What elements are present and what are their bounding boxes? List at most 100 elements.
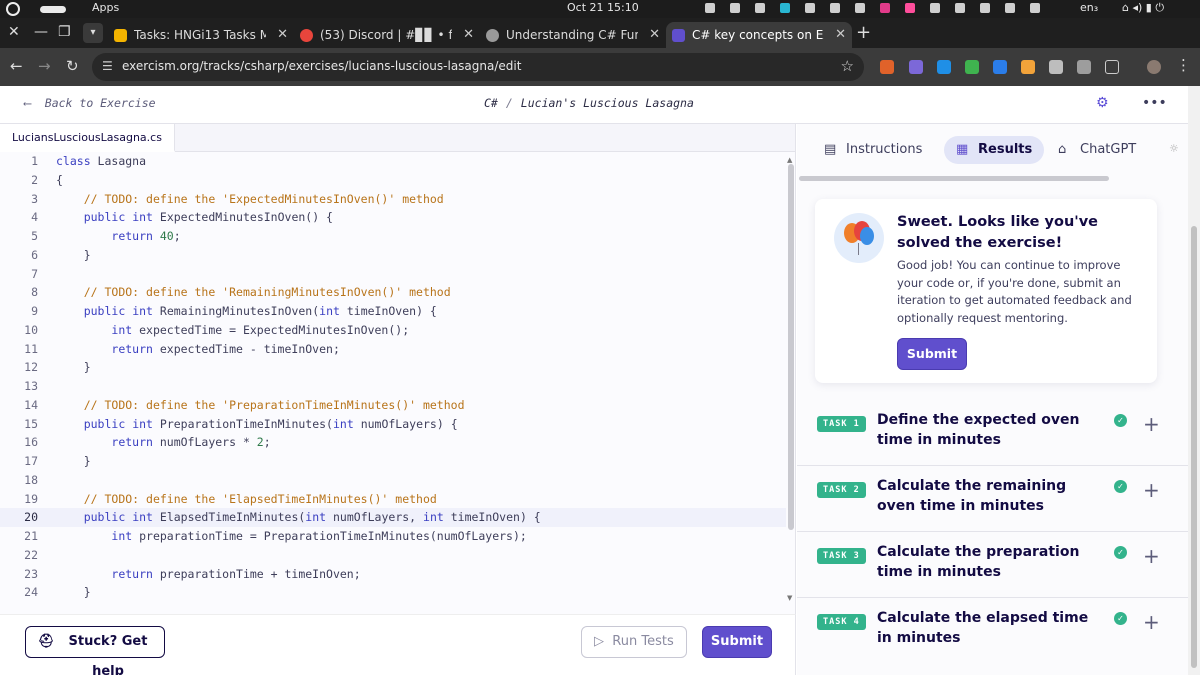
tray-icon[interactable] (730, 3, 740, 13)
tab-chatgpt[interactable]: ⌂ ChatGPT (1046, 136, 1136, 164)
code-line[interactable]: 8 // TODO: define the 'RemainingMinutesI… (0, 283, 786, 302)
browser-menu-icon[interactable]: ⋮ (1176, 56, 1191, 74)
scrollbar-thumb[interactable] (788, 164, 794, 530)
code-text[interactable]: int preparationTime = PreparationTimeInM… (56, 527, 526, 546)
tab-instructions[interactable]: ▤ Instructions (812, 136, 922, 164)
code-line[interactable]: 13 (0, 377, 786, 396)
code-line[interactable]: 5 return 40; (0, 227, 786, 246)
tray-icon[interactable] (780, 3, 790, 13)
tray-icon[interactable] (755, 3, 765, 13)
reload-icon[interactable]: ↻ (66, 57, 79, 75)
code-line[interactable]: 23 return preparationTime + timeInOven; (0, 565, 786, 584)
expand-plus-icon[interactable]: + (1143, 412, 1160, 436)
camera-extension-icon[interactable] (1049, 60, 1063, 74)
code-line[interactable]: 2{ (0, 171, 786, 190)
more-options-icon[interactable]: ••• (1142, 95, 1167, 111)
close-tab-icon[interactable]: ✕ (835, 22, 846, 48)
code-text[interactable]: } (56, 452, 91, 471)
code-text[interactable]: } (56, 358, 91, 377)
extension-icon[interactable] (1021, 60, 1035, 74)
ubuntu-logo-icon[interactable] (6, 2, 20, 16)
code-line[interactable]: 17 } (0, 452, 786, 471)
run-tests-button[interactable]: ▷ Run Tests (581, 626, 687, 658)
code-text[interactable]: public int ElapsedTimeInMinutes(int numO… (56, 508, 541, 527)
tray-icon[interactable] (830, 3, 840, 13)
code-line[interactable]: 20 public int ElapsedTimeInMinutes(int n… (0, 508, 786, 527)
tray-icon[interactable] (930, 3, 940, 13)
tab-results[interactable]: ▦ Results (944, 136, 1045, 164)
settings-gear-icon[interactable]: ⚙ (1096, 95, 1109, 111)
forward-arrow-icon[interactable]: → (38, 57, 51, 75)
close-window-icon[interactable]: ✕ (8, 24, 20, 40)
code-text[interactable]: // TODO: define the 'ExpectedMinutesInOv… (56, 190, 444, 209)
browser-tab-active[interactable]: C# key concepts on Exerc ✕ (666, 22, 852, 48)
tray-icon[interactable] (1005, 3, 1015, 13)
scroll-up-icon[interactable]: ▲ (787, 156, 792, 164)
task-item[interactable]: TASK 3 Calculate the preparation time in… (797, 532, 1188, 598)
code-text[interactable]: } (56, 583, 91, 602)
scroll-down-icon[interactable]: ▼ (787, 594, 792, 602)
code-line[interactable]: 7 (0, 265, 786, 284)
code-line[interactable]: 4 public int ExpectedMinutesInOven() { (0, 208, 786, 227)
code-line[interactable]: 24 } (0, 583, 786, 602)
file-tab[interactable]: LuciansLusciousLasagna.cs (0, 124, 175, 152)
code-line[interactable]: 10 int expectedTime = ExpectedMinutesInO… (0, 321, 786, 340)
extension-icon[interactable] (880, 60, 894, 74)
code-line[interactable]: 9 public int RemainingMinutesInOven(int … (0, 302, 786, 321)
code-text[interactable]: } (56, 246, 91, 265)
code-line[interactable]: 12 } (0, 358, 786, 377)
profile-avatar[interactable] (1147, 60, 1161, 74)
code-line[interactable]: 3 // TODO: define the 'ExpectedMinutesIn… (0, 190, 786, 209)
submit-button[interactable]: Submit (702, 626, 772, 658)
tray-icon[interactable] (855, 3, 865, 13)
restore-window-icon[interactable]: ❐ (58, 24, 71, 40)
close-tab-icon[interactable]: ✕ (649, 22, 660, 48)
code-text[interactable]: return preparationTime + timeInOven; (56, 565, 360, 584)
code-line[interactable]: 6 } (0, 246, 786, 265)
code-editor[interactable]: LuciansLusciousLasagna.cs 1 class Lasagna… (0, 124, 796, 614)
browser-tab[interactable]: Tasks: HNGi13 Tasks Man ✕ (108, 22, 294, 48)
tabs-scrollbar[interactable] (799, 176, 1109, 181)
code-line[interactable]: 21 int preparationTime = PreparationTime… (0, 527, 786, 546)
language-indicator[interactable]: en₃ (1080, 1, 1098, 14)
extension-icon[interactable] (965, 60, 979, 74)
code-line[interactable]: 11 return expectedTime - timeInOven; (0, 340, 786, 359)
code-line[interactable]: 22 (0, 546, 786, 565)
task-item[interactable]: TASK 4 Calculate the elapsed time in min… (797, 598, 1188, 664)
url-text[interactable]: exercism.org/tracks/csharp/exercises/luc… (122, 59, 521, 73)
code-text[interactable]: // TODO: define the 'RemainingMinutesInO… (56, 283, 451, 302)
lightbulb-icon[interactable]: ☼ (1169, 142, 1179, 155)
system-status-icons[interactable]: ⌂ ◂) ▮ ⏻ (1122, 1, 1164, 15)
extension-icon[interactable] (909, 60, 923, 74)
tray-icon[interactable] (705, 3, 715, 13)
extension-icon[interactable] (993, 60, 1007, 74)
tray-icon[interactable] (955, 3, 965, 13)
new-tab-button[interactable]: + (856, 22, 871, 43)
code-text[interactable]: { (56, 171, 63, 190)
close-tab-icon[interactable]: ✕ (277, 22, 288, 48)
code-text[interactable]: public int ExpectedMinutesInOven() { (56, 208, 333, 227)
task-item[interactable]: TASK 2 Calculate the remaining oven time… (797, 466, 1188, 532)
code-line[interactable]: 19 // TODO: define the 'ElapsedTimeInMin… (0, 490, 786, 509)
editor-scrollbar[interactable]: ▲ ▼ (787, 156, 795, 604)
back-to-exercise-link[interactable]: ⟵ Back to Exercise (24, 96, 156, 110)
code-text[interactable]: // TODO: define the 'PreparationTimeInMi… (56, 396, 465, 415)
code-text[interactable]: return 40; (56, 227, 180, 246)
address-bar[interactable]: ☰ exercism.org/tracks/csharp/exercises/l… (92, 53, 864, 81)
code-line[interactable]: 18 (0, 471, 786, 490)
tray-icon[interactable] (1030, 3, 1040, 13)
expand-plus-icon[interactable]: + (1143, 610, 1160, 634)
code-line[interactable]: 16 return numOfLayers * 2; (0, 433, 786, 452)
browser-tab[interactable]: Understanding C# Funda ✕ (480, 22, 666, 48)
tray-icon[interactable] (980, 3, 990, 13)
code-lines[interactable]: 1 class Lasagna 2{3 // TODO: define the 'E… (0, 152, 786, 602)
code-text[interactable]: int expectedTime = ExpectedMinutesInOven… (56, 321, 409, 340)
tab-search-icon[interactable]: ▾ (83, 23, 103, 43)
code-text[interactable]: return numOfLayers * 2; (56, 433, 270, 452)
expand-plus-icon[interactable]: + (1143, 478, 1160, 502)
bookmark-star-icon[interactable]: ☆ (841, 57, 854, 75)
code-line[interactable]: 1 class Lasagna (0, 152, 786, 171)
workspace-indicator[interactable] (40, 6, 66, 13)
apps-menu[interactable]: Apps (92, 1, 119, 14)
submit-iteration-button[interactable]: Submit (897, 338, 967, 370)
